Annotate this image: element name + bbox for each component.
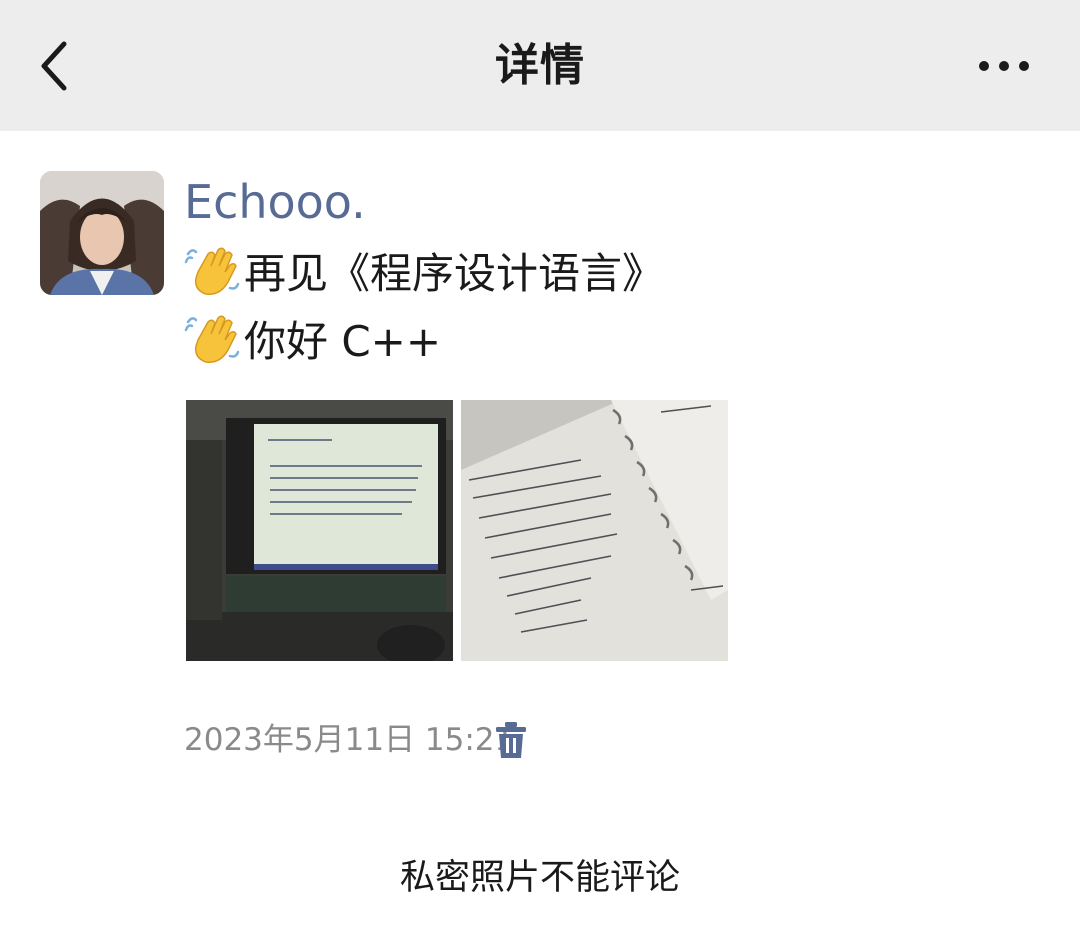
post-timestamp: 2023年5月11日 15:21 <box>184 722 515 758</box>
delete-button[interactable] <box>494 720 528 760</box>
username[interactable]: Echooo. <box>184 172 366 232</box>
page-title: 详情 <box>495 40 585 91</box>
post-text-line-1: 再见《程序设计语言》 <box>184 244 664 304</box>
more-button[interactable] <box>972 50 1036 82</box>
projector-screen-photo[interactable] <box>186 400 453 661</box>
waving-hand-icon <box>184 315 240 363</box>
private-photo-no-comment-notice: 私密照片不能评论 <box>399 858 680 898</box>
trash-icon <box>496 722 526 758</box>
waving-hand-icon <box>184 247 240 295</box>
more-dots-icon <box>979 61 1029 71</box>
post-text: 再见《程序设计语言》 <box>244 249 665 298</box>
post-text-line-2: 你好 C++ <box>184 312 441 372</box>
handwritten-notebook-photo[interactable] <box>461 400 728 661</box>
top-nav-bar: 详情 <box>0 0 1080 131</box>
avatar[interactable] <box>40 171 164 295</box>
post-text: 你好 C++ <box>244 317 442 366</box>
